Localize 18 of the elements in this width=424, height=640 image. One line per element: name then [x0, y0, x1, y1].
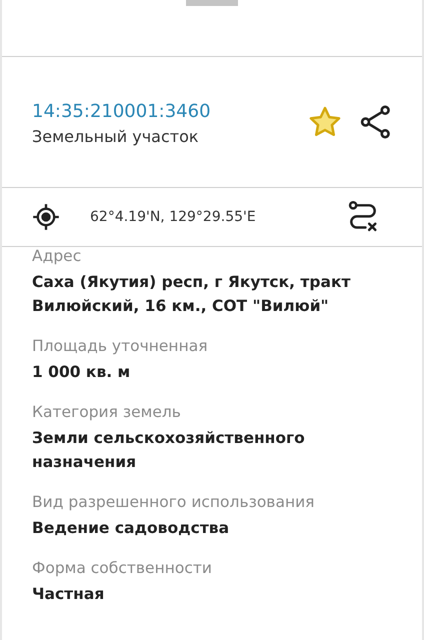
object-type: Земельный участок: [32, 126, 200, 146]
field-label: Площадь уточненная: [32, 336, 209, 357]
field-value: Земли сельскохозяйственного назначения: [32, 428, 306, 473]
field-value: Ведение садоводства: [32, 518, 230, 539]
field-label: Категория земель: [32, 402, 182, 423]
field-value: Саха (Якутия) респ, г Якутск, тракт Вилюйский, 16 км., СОТ "Вилюй": [32, 272, 352, 317]
field-label: Адрес: [32, 246, 82, 267]
field-label: Форма собственности: [32, 558, 213, 579]
field-value: Частная: [32, 584, 106, 605]
location-target-icon: [32, 203, 60, 231]
cadastral-number: 14:35:210001:3460: [32, 100, 212, 122]
share-button[interactable]: [360, 105, 392, 139]
favorite-star-button[interactable]: [308, 106, 342, 138]
drag-handle[interactable]: [186, 0, 238, 6]
field-label: Вид разрешенного использования: [32, 492, 316, 513]
route-button[interactable]: [348, 201, 378, 233]
field-value: 1 000 кв. м: [32, 362, 132, 383]
coordinates: 62°4.19'N, 129°29.55'E: [90, 209, 257, 225]
